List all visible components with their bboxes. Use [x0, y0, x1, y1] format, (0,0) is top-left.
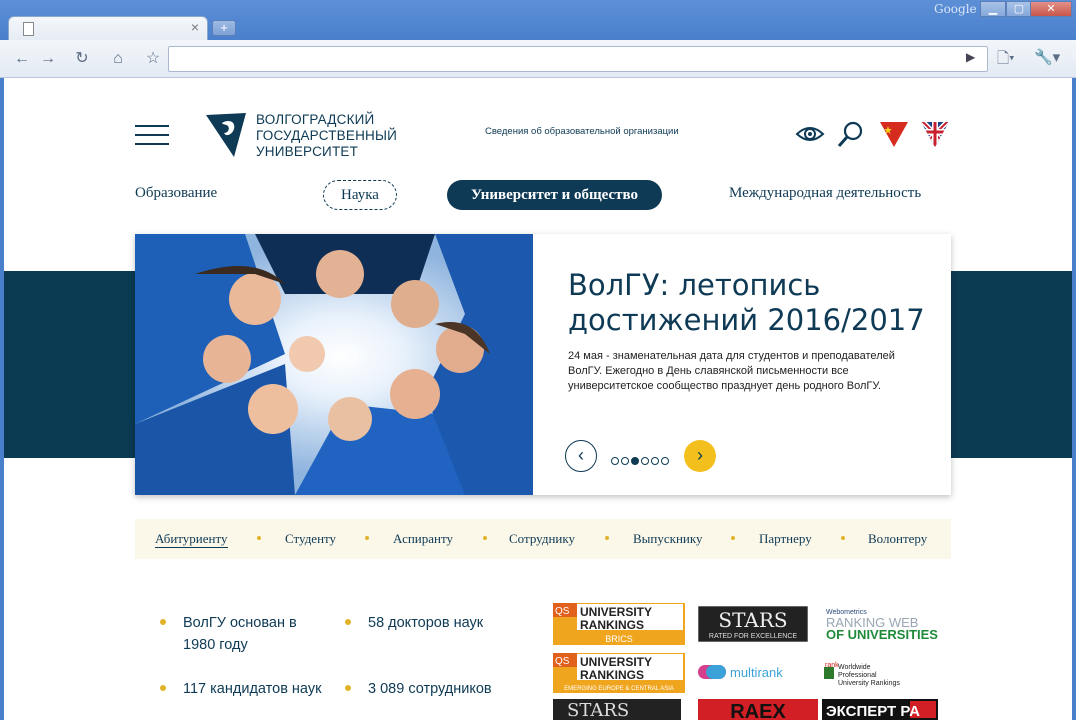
audience-applicant[interactable]: Абитуриенту: [155, 531, 228, 548]
go-icon[interactable]: ▶: [966, 50, 975, 64]
nav-international[interactable]: Международная деятельность: [729, 185, 921, 202]
page-icon: [23, 22, 34, 36]
browser-titlebar: × + Google ▁ ▢ ✕: [0, 0, 1076, 40]
fact-doctors: 58 докторов наук: [368, 615, 484, 631]
logo-line: УНИВЕРСИТЕТ: [256, 144, 359, 159]
svg-text:QS: QS: [555, 656, 570, 667]
nav-science[interactable]: Наука: [323, 180, 397, 210]
google-label: Google: [934, 2, 977, 16]
audience-postgraduate[interactable]: Аспиранту: [393, 531, 453, 547]
audience-student[interactable]: Студенту: [285, 531, 336, 547]
svg-text:RATED FOR EXCELLENCE: RATED FOR EXCELLENCE: [709, 633, 797, 640]
multirank-logo[interactable]: multirank: [698, 661, 802, 683]
back-icon[interactable]: ←: [10, 47, 34, 71]
org-info-link[interactable]: Сведения об образовательной организации: [485, 126, 679, 137]
separator-dot: [483, 536, 487, 540]
slider-dot-active[interactable]: [631, 457, 639, 465]
separator-dot: [365, 536, 369, 540]
audience-alumni[interactable]: Выпускнику: [633, 531, 703, 547]
tab-close-icon[interactable]: ×: [191, 19, 199, 35]
slide-title[interactable]: ВолГУ: летопись достижений 2016/2017: [568, 268, 938, 338]
window-frame: [1072, 78, 1076, 720]
maximize-button[interactable]: ▢: [1006, 1, 1032, 17]
svg-text:RANKINGS: RANKINGS: [580, 618, 644, 632]
svg-text:STARS: STARS: [567, 700, 629, 720]
nav-university-society[interactable]: Университет и общество: [447, 180, 662, 210]
forward-icon[interactable]: →: [36, 47, 60, 71]
rankpro-logo[interactable]: rank Worldwide Professional University R…: [824, 661, 944, 687]
university-name[interactable]: ВОЛГОГРАДСКИЙ ГОСУДАРСТВЕННЫЙ УНИВЕРСИТЕ…: [256, 112, 397, 160]
slider-prev-button[interactable]: ‹: [565, 440, 597, 472]
fact-bullet: [160, 685, 166, 691]
reload-icon[interactable]: ↻: [70, 47, 94, 71]
svg-text:rank: rank: [825, 662, 839, 669]
svg-text:Professional: Professional: [838, 672, 877, 679]
slider-dot[interactable]: [641, 457, 649, 465]
separator-dot: [841, 536, 845, 540]
slider-dot[interactable]: [621, 457, 629, 465]
page-menu-icon[interactable]: 🗋▾: [997, 48, 1015, 73]
news-slider: ВолГУ: летопись достижений 2016/2017 24 …: [135, 234, 951, 495]
svg-text:UNIVERSITY: UNIVERSITY: [580, 655, 652, 669]
fact-bullet: [160, 619, 166, 625]
fact-staff: 3 089 сотрудников: [368, 681, 492, 697]
slider-dots: [611, 452, 671, 470]
slider-dot[interactable]: [661, 457, 669, 465]
slide-text: 24 мая - знаменательная дата для студент…: [568, 350, 895, 392]
menu-icon[interactable]: [135, 125, 169, 145]
fact-founded: ВолГУ основан в 1980 году: [183, 615, 297, 653]
bookmark-star-icon[interactable]: ☆: [141, 47, 165, 71]
svg-text:ЭКСПЕРТ РА: ЭКСПЕРТ РА: [826, 703, 920, 720]
svg-text:STARS: STARS: [718, 608, 787, 632]
uk-flag-icon[interactable]: [920, 119, 950, 149]
svg-text:QS: QS: [555, 606, 570, 617]
wrench-icon[interactable]: 🔧▾: [1034, 48, 1060, 66]
webometrics-logo[interactable]: Webometrics RANKING WEB OF UNIVERSITIES: [824, 606, 944, 642]
separator-dot: [731, 536, 735, 540]
home-icon[interactable]: ⌂: [106, 47, 130, 71]
address-bar[interactable]: [168, 46, 988, 72]
separator-dot: [605, 536, 609, 540]
audience-partner[interactable]: Партнеру: [759, 531, 812, 547]
slider-dot[interactable]: [611, 457, 619, 465]
search-icon[interactable]: [836, 119, 866, 149]
raex-logo[interactable]: RAEX: [698, 699, 818, 720]
china-flag-icon[interactable]: [879, 119, 909, 149]
stars-logo-2[interactable]: STARS: [553, 699, 681, 720]
close-button[interactable]: ✕: [1030, 1, 1072, 17]
svg-text:University Rankings: University Rankings: [838, 680, 900, 687]
svg-text:BRICS: BRICS: [605, 634, 633, 644]
expert-ra-logo[interactable]: ЭКСПЕРТ РА: [822, 699, 938, 720]
stars-logo[interactable]: STARS RATED FOR EXCELLENCE: [698, 606, 808, 642]
eye-icon[interactable]: [795, 119, 825, 149]
separator-dot: [257, 536, 261, 540]
new-tab-button[interactable]: +: [212, 20, 236, 36]
audience-menu: Абитуриенту Студенту Аспиранту Сотрудник…: [135, 519, 951, 559]
qs-brics-logo[interactable]: QS UNIVERSITY RANKINGS BRICS: [553, 603, 685, 645]
svg-text:UNIVERSITY: UNIVERSITY: [580, 605, 652, 619]
nav-education[interactable]: Образование: [135, 185, 217, 202]
qs-eeca-logo[interactable]: QS UNIVERSITY RANKINGS EMERGING EUROPE &…: [553, 653, 685, 693]
audience-employee[interactable]: Сотруднику: [509, 531, 575, 547]
web-page: ВОЛГОГРАДСКИЙ ГОСУДАРСТВЕННЫЙ УНИВЕРСИТЕ…: [4, 79, 1072, 720]
browser-toolbar: ← → ↻ ⌂ ☆ ▶ 🗋▾ 🔧▾: [0, 40, 1076, 78]
svg-text:RAEX: RAEX: [730, 701, 786, 720]
browser-tab[interactable]: ×: [8, 16, 208, 40]
audience-volunteer[interactable]: Волонтеру: [868, 531, 927, 547]
svg-text:OF UNIVERSITIES: OF UNIVERSITIES: [826, 627, 938, 642]
slider-next-button[interactable]: ›: [684, 440, 716, 472]
fact-bullet: [345, 619, 351, 625]
fact-bullet: [345, 685, 351, 691]
slider-dot[interactable]: [651, 457, 659, 465]
fact-candidates: 117 кандидатов наук: [183, 681, 322, 697]
svg-text:RANKINGS: RANKINGS: [580, 668, 644, 682]
svg-text:multirank: multirank: [730, 665, 783, 680]
logo-line: ВОЛГОГРАДСКИЙ: [256, 112, 375, 127]
svg-text:Worldwide: Worldwide: [838, 664, 871, 671]
logo-line: ГОСУДАРСТВЕННЫЙ: [256, 128, 398, 143]
svg-text:EMERGING EUROPE & CENTRAL ASIA: EMERGING EUROPE & CENTRAL ASIA: [564, 686, 674, 692]
university-logo-icon[interactable]: [204, 111, 248, 159]
minimize-button[interactable]: ▁: [980, 1, 1006, 17]
students-photo: [135, 234, 533, 495]
